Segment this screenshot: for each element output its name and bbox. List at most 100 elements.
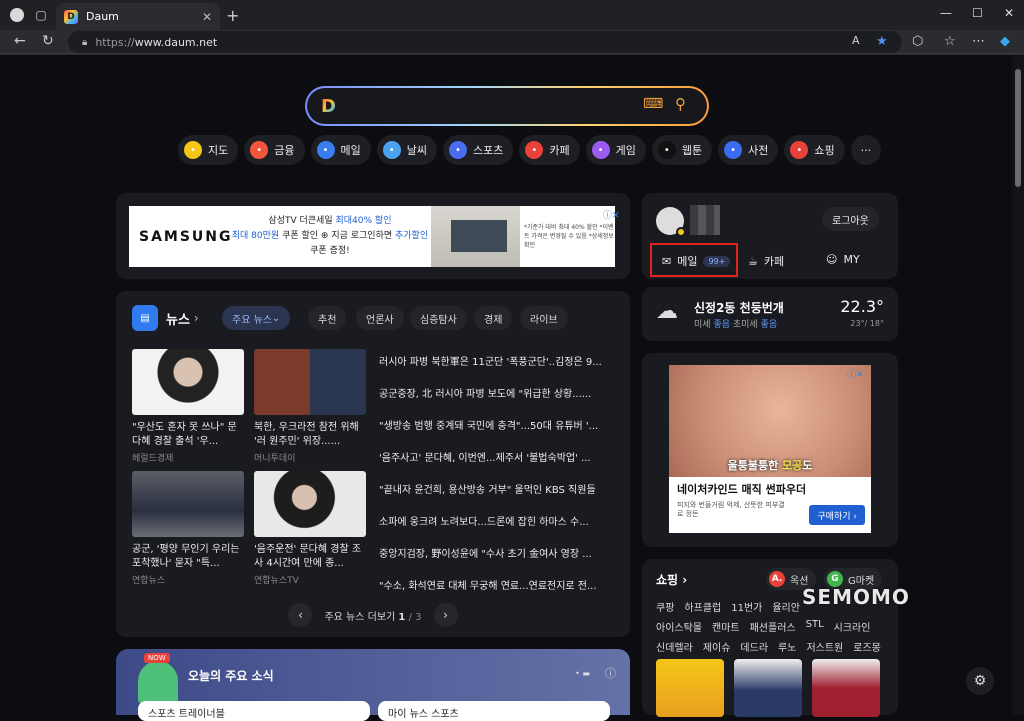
next-page-icon[interactable]: › — [433, 603, 458, 627]
news-tab[interactable]: 주요 뉴스 ⌄ — [222, 306, 291, 330]
news-thumb-card[interactable]: 북한, 우크라전 참전 위해 '러 원주민' 위장...... 머니투데이 — [254, 349, 366, 464]
quick-link-webtoon[interactable]: • 웹툰 — [651, 135, 713, 165]
ad-info-icon[interactable]: ⓘ✕ — [847, 367, 864, 380]
quick-link-game[interactable]: • 게임 — [585, 135, 646, 165]
favorite-star-icon[interactable]: ★ — [876, 34, 888, 49]
headline-item[interactable]: '음주사고' 문다혜, 이번엔...제주서 '불법숙박업' ... — [379, 449, 619, 464]
search-icon[interactable]: ⚲ — [675, 95, 686, 113]
headline-item[interactable]: "끝내자 윤건희, 용산방송 거부" 울먹인 KBS 직원들 — [379, 481, 619, 496]
shop-link[interactable]: 루노 — [778, 639, 796, 654]
product-image[interactable] — [812, 659, 880, 717]
quick-link-dictionary[interactable]: • 사전 — [718, 135, 779, 165]
quick-link-cafe[interactable]: • 카페 — [519, 135, 580, 165]
shop-link[interactable]: 신데렐라 — [656, 639, 693, 654]
news-tab[interactable]: 언론사 — [356, 306, 404, 330]
news-tab[interactable]: 추천 — [308, 306, 347, 330]
quick-link-mail[interactable]: • 메일 — [310, 135, 371, 165]
shop-link[interactable]: 하프클럽 — [684, 599, 721, 614]
url-field[interactable]: 🔒︎ https://www.daum.net — [68, 31, 902, 53]
prev-page-icon[interactable]: ‹ — [288, 603, 313, 627]
refresh-icon[interactable]: ↻ — [42, 33, 54, 49]
new-tab-icon[interactable]: + — [226, 6, 239, 25]
username-blurred — [690, 205, 720, 235]
today-item[interactable]: 스포츠 트레이너블 — [138, 701, 370, 721]
news-tab[interactable]: 라이브 — [520, 306, 568, 330]
shop-link[interactable]: 율리안 — [772, 599, 800, 614]
shop-link[interactable]: 로즈몽 — [853, 639, 881, 654]
more-links-button[interactable]: ··· — [850, 135, 882, 165]
tab-daum[interactable]: D Daum ✕ — [56, 3, 220, 30]
maximize-icon[interactable]: ☐ — [972, 6, 983, 20]
shop-link[interactable]: 데드라 — [740, 639, 768, 654]
more-menu-icon[interactable]: ⋯ — [972, 34, 985, 49]
close-window-icon[interactable]: ✕ — [1004, 6, 1014, 20]
shop-link[interactable]: 캔마트 — [712, 619, 740, 634]
profile-avatar-icon[interactable] — [8, 6, 26, 24]
buy-button[interactable]: 구매하기 › — [809, 505, 865, 525]
cafe-link[interactable]: ☕︎ 카페 — [748, 253, 784, 269]
quick-link-chart[interactable]: • 금융 — [244, 135, 305, 165]
shop-link[interactable]: 시크라인 — [834, 619, 871, 634]
shopping-card: 쇼핑 › A. 옥션 G G마켓 쿠팡 하프클럽 11번가 율리안 아이스탁몰 캔마트 패션플… — [642, 559, 898, 717]
shop-link[interactable]: 11번가 — [731, 599, 762, 614]
today-item[interactable]: 마이 뉴스 스포츠 — [378, 701, 610, 721]
page-scrollbar[interactable] — [1012, 55, 1024, 715]
news-icon: ▤ — [132, 305, 158, 331]
product-image[interactable] — [656, 659, 724, 717]
headline-item[interactable]: 중앙지검장, 野이성윤에 "수사 초기 金여사 영장 ... — [379, 545, 619, 560]
headline-item[interactable]: "생방송 범행 중계돼 국민에 충격"...50대 유튜버 '... — [379, 417, 619, 432]
news-thumb-card[interactable]: "우산도 혼자 못 쓰나" 문다혜 경찰 출석 '우... 헤럴드경제 — [132, 349, 244, 464]
copilot-icon[interactable]: ◆ — [1000, 34, 1010, 49]
game-icon: • — [591, 141, 610, 159]
quick-link-shopping[interactable]: • 쇼핑 — [784, 135, 845, 165]
quick-link-map-pin[interactable]: • 지도 — [178, 135, 239, 165]
headline-item[interactable]: 공군중장, 北 러시아 파병 보도에 "위급한 상황...... — [379, 385, 619, 400]
favorites-list-icon[interactable]: ☆ — [944, 34, 956, 49]
quick-link-cloud[interactable]: • 날씨 — [376, 135, 437, 165]
samsung-ad[interactable]: SAMSUNG 삼성TV 더큰세일 최대40% 할인 최대 80만원 쿠폰 할인… — [129, 206, 620, 267]
headline-item[interactable]: 러시아 파병 북한軍은 11군단 '폭풍군단'..김정은 9... — [379, 353, 619, 368]
settings-gear-icon[interactable]: ⚙ — [966, 667, 994, 695]
shop-link[interactable]: 쿠팡 — [656, 599, 674, 614]
headline-item[interactable]: "수소, 화석연료 대체 무궁해 연료...연료전지로 전... — [379, 577, 619, 592]
sports-icon: • — [449, 141, 467, 159]
my-link[interactable]: ☺ MY — [826, 253, 860, 266]
info-icon[interactable]: ⓘ — [605, 665, 616, 681]
shop-link[interactable]: 저스트원 — [806, 639, 843, 654]
more-news-link[interactable]: 주요 뉴스 더보기 1 / 3 — [324, 608, 421, 623]
news-header[interactable]: ▤ 뉴스 › — [132, 305, 199, 331]
tv-image — [430, 206, 520, 267]
shop-link[interactable]: 제이슈 — [703, 639, 731, 654]
extensions-icon[interactable]: ⬡ — [912, 34, 923, 49]
logout-button[interactable]: 로그아웃 — [822, 207, 879, 231]
keyboard-icon[interactable]: ⌨ — [643, 96, 663, 112]
user-avatar[interactable] — [656, 207, 686, 237]
close-tab-icon[interactable]: ✕ — [202, 10, 212, 24]
mail-highlight-box — [650, 243, 738, 277]
news-tab[interactable]: 심층탐사 — [410, 306, 467, 330]
shop-link[interactable]: 패션플러스 — [750, 619, 796, 634]
shop-link[interactable]: STL — [806, 619, 824, 634]
quick-link-label: 쇼핑 — [814, 144, 835, 157]
news-thumb-card[interactable]: 공군, '평양 무인기 우리는 포착했나' 묻자 "특... 연합뉴스 — [132, 471, 244, 586]
scrollbar-thumb[interactable] — [1015, 69, 1021, 187]
product-image[interactable] — [734, 659, 802, 717]
back-icon[interactable]: ← — [14, 33, 26, 49]
headline-item[interactable]: 소파에 웅크려 노려보다...드론에 잡힌 하마스 수... — [379, 513, 619, 528]
tab-actions-icon[interactable]: ▢ — [32, 6, 50, 24]
ad-info-icon[interactable]: ⓘ✕ — [603, 208, 620, 221]
carousel-dots[interactable]: • ▬ — [575, 669, 590, 678]
weather-card[interactable]: ☁ 신정2동 천둥번개 미세 좋음 초미세 좋음 22.3° 23°/ 18° — [642, 287, 898, 341]
news-tab[interactable]: 경제 — [474, 306, 513, 330]
nature-ad[interactable]: 울퉁불퉁한 모공도 네이처카인드 매직 썬파우더 피지와 번들거림 억제, 산뜻… — [669, 365, 871, 533]
shopping-title[interactable]: 쇼핑 › — [656, 571, 687, 588]
shop-link[interactable]: 아이스탁몰 — [656, 619, 702, 634]
lock-icon: 🔒︎ — [82, 36, 88, 48]
minimize-icon[interactable]: — — [940, 6, 952, 20]
read-aloud-icon[interactable]: A — [852, 34, 860, 47]
news-thumb-card[interactable]: '음주운전' 문다혜 경찰 조사 4시간여 만에 종... 연합뉴스TV — [254, 471, 366, 586]
ad-caption: 울퉁불퉁한 모공도 — [727, 459, 813, 472]
browser-tab-bar: ▢ D Daum ✕ + — ☐ ✕ — [0, 0, 1024, 30]
search-input[interactable]: D ⌨ ⚲ — [307, 88, 707, 124]
quick-link-sports[interactable]: • 스포츠 — [443, 135, 514, 165]
